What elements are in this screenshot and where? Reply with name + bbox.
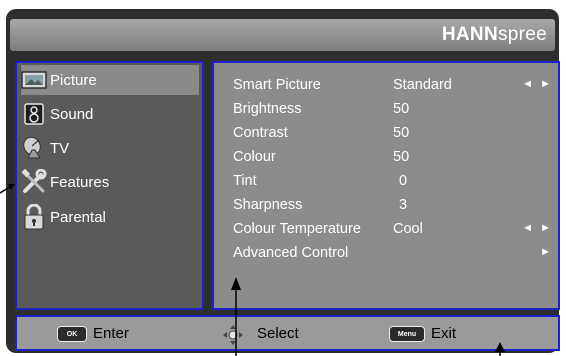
speaker-icon xyxy=(21,102,47,126)
setting-row-smart-picture[interactable]: Smart Picture Standard ◄ ► xyxy=(233,75,553,97)
right-arrow-icon[interactable]: ► xyxy=(540,246,553,258)
setting-value: 0 xyxy=(399,173,408,189)
ok-key-icon: OK xyxy=(57,326,87,342)
setting-label: Advanced Control xyxy=(233,245,349,261)
select-arrows-icon xyxy=(223,325,243,345)
brand-logo: HANNspree xyxy=(441,24,547,45)
picture-icon xyxy=(21,68,47,92)
title-bar: HANNspree xyxy=(10,19,555,51)
setting-label: Smart Picture xyxy=(233,77,321,93)
setting-row-tint[interactable]: Tint 0 xyxy=(233,171,553,193)
sidebar-item-tv[interactable]: TV xyxy=(21,133,199,163)
setting-value: 50 xyxy=(393,101,410,117)
sidebar-item-label: Features xyxy=(50,173,110,191)
left-right-arrows-icon[interactable]: ◄ ► xyxy=(522,222,553,234)
enter-hint-label: Enter xyxy=(93,325,129,342)
setting-value: Cool xyxy=(393,221,423,237)
sidebar-item-label: Sound xyxy=(50,105,94,123)
setting-label: Sharpness xyxy=(233,197,303,213)
sidebar-item-sound[interactable]: Sound xyxy=(21,99,199,129)
setting-value: 50 xyxy=(393,125,410,141)
satellite-dish-icon xyxy=(21,136,47,160)
setting-value: Standard xyxy=(393,77,452,93)
setting-label: Colour xyxy=(233,149,276,165)
sidebar-item-picture[interactable]: Picture xyxy=(21,65,199,95)
setting-row-advanced-control[interactable]: Advanced Control ► xyxy=(233,243,553,265)
settings-panel: Smart Picture Standard ◄ ► Brightness 50… xyxy=(212,61,560,310)
select-hint-label: Select xyxy=(257,325,299,342)
left-right-arrows-icon[interactable]: ◄ ► xyxy=(522,78,553,90)
button-hint-bar: OK Enter Select Menu Exit xyxy=(15,315,560,351)
sidebar-item-label: Picture xyxy=(50,71,97,89)
exit-hint-label: Exit xyxy=(431,325,457,342)
sidebar-item-parental[interactable]: Parental xyxy=(21,202,199,232)
lock-icon xyxy=(21,204,47,230)
setting-row-colour[interactable]: Colour 50 xyxy=(233,147,553,169)
sidebar-item-label: TV xyxy=(50,139,70,157)
sidebar-item-features[interactable]: Features xyxy=(21,167,199,197)
setting-row-contrast[interactable]: Contrast 50 xyxy=(233,123,553,145)
setting-value: 3 xyxy=(399,197,408,213)
setting-label: Colour Temperature xyxy=(233,221,361,237)
setting-label: Brightness xyxy=(233,101,302,117)
setting-label: Contrast xyxy=(233,125,288,141)
menu-key-icon: Menu xyxy=(389,326,425,342)
tools-icon xyxy=(21,169,47,194)
menu-sidebar: Picture Sound TV Features Parental xyxy=(15,61,204,310)
setting-value: 50 xyxy=(393,149,410,165)
setting-row-sharpness[interactable]: Sharpness 3 xyxy=(233,195,553,217)
sidebar-item-label: Parental xyxy=(50,208,106,226)
setting-label: Tint xyxy=(233,173,257,189)
setting-row-brightness[interactable]: Brightness 50 xyxy=(233,99,553,121)
setting-row-colour-temperature[interactable]: Colour Temperature Cool ◄ ► xyxy=(233,219,553,241)
